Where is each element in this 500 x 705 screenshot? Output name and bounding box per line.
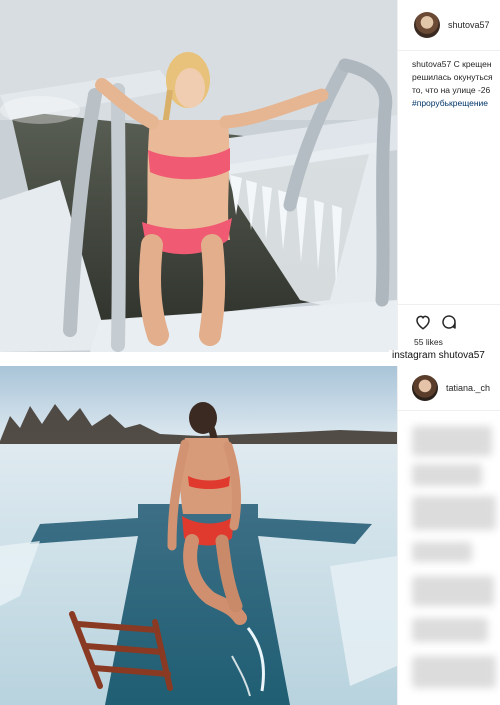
comment-icon[interactable] [440,313,458,331]
blurred-comment [412,576,494,606]
post-2-photo[interactable] [0,366,397,705]
post-1-header: shutova57 [398,0,500,51]
post-1-photo[interactable] [0,0,397,352]
blurred-comment [412,464,482,486]
avatar[interactable] [414,12,440,38]
post-2: tatiana._ch [0,366,500,705]
post-2-username[interactable]: tatiana._ch [446,383,490,393]
heart-icon[interactable] [414,313,432,331]
hashtag-link[interactable]: #прорубькрещение [412,98,488,108]
post-1: shutova57 shutova57 С крещен решилась ок… [0,0,500,352]
blurred-comment [412,542,472,562]
avatar[interactable] [412,375,438,401]
source-watermark: instagram shutova57 [389,350,488,361]
caption-line-3: то, что на улице -26 [412,85,491,95]
cross-hole-scene [0,366,397,705]
post-1-sidebar: shutova57 shutova57 С крещен решилась ок… [397,0,500,352]
blurred-comment [412,496,496,530]
caption-username[interactable]: shutova57 [412,59,451,69]
caption-line-1: С крещен [453,59,492,69]
blurred-comment [412,618,488,642]
blurred-comment [412,656,496,688]
post-2-sidebar: tatiana._ch [397,366,500,705]
ice-hole-scene [0,0,397,352]
post-1-caption: shutova57 С крещен решилась окунуться то… [412,58,500,110]
post-2-header: tatiana._ch [398,366,500,411]
blurred-comment [412,426,492,456]
likes-count[interactable]: 55 likes [414,337,443,347]
post-1-actions: 55 likes [398,304,500,353]
post-1-username[interactable]: shutova57 [448,20,490,30]
caption-line-2: решилась окунуться [412,72,493,82]
